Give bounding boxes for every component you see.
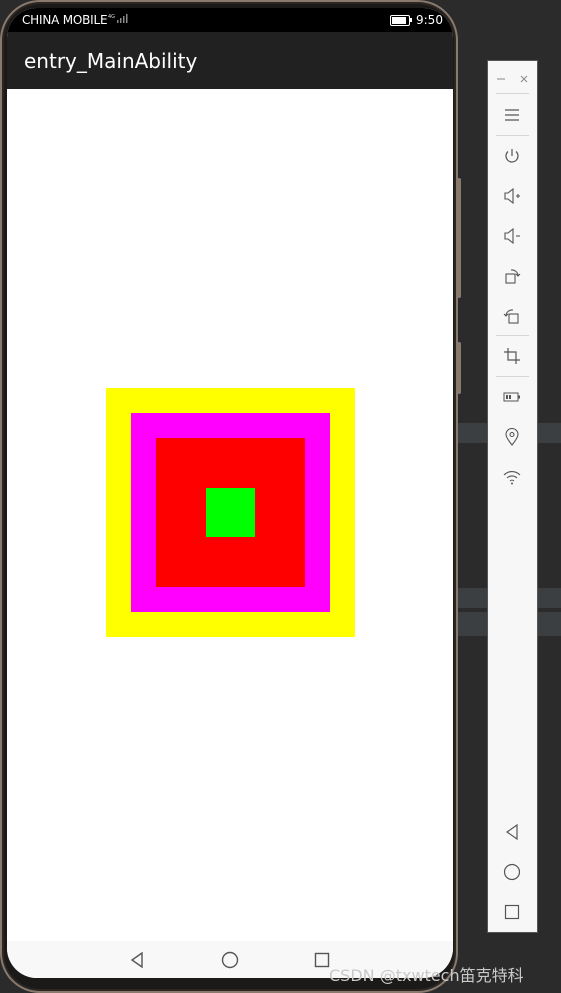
app-title: entry_MainAbility [24, 49, 198, 73]
close-icon[interactable] [519, 69, 529, 88]
toolbar-separator [496, 93, 529, 94]
phone-screen: CHINA MOBILE 4G 9:50 entry_MainAbility [7, 8, 453, 978]
menu-icon[interactable] [501, 104, 523, 126]
toolbar-separator [496, 376, 529, 377]
rotate-left-icon[interactable] [501, 305, 523, 327]
crop-icon[interactable] [501, 345, 523, 367]
watermark: CSDN @txwtech笛克特科 [329, 966, 524, 985]
battery-tip [410, 18, 412, 22]
volume-up-icon[interactable] [501, 185, 523, 207]
location-icon[interactable] [501, 426, 523, 448]
signal-icon: 4G [108, 13, 128, 27]
content-area [7, 89, 453, 941]
wifi-icon[interactable] [501, 466, 523, 488]
emulator-toolbar [487, 60, 538, 933]
home-icon[interactable] [501, 861, 523, 883]
back-icon[interactable] [128, 951, 146, 969]
toolbar-window-controls [488, 67, 537, 85]
status-bar: CHINA MOBILE 4G 9:50 [7, 8, 453, 32]
app-bar: entry_MainAbility [7, 32, 453, 89]
recents-icon[interactable] [501, 901, 523, 923]
green-square [206, 488, 255, 537]
power-icon[interactable] [501, 145, 523, 167]
minimize-icon[interactable] [496, 69, 506, 88]
volume-down-icon[interactable] [501, 225, 523, 247]
network-label: 4G [108, 14, 115, 20]
home-icon[interactable] [221, 951, 239, 969]
rotate-right-icon[interactable] [501, 265, 523, 287]
carrier-label: CHINA MOBILE [22, 13, 108, 27]
back-icon[interactable] [501, 821, 523, 843]
toolbar-separator [496, 135, 529, 136]
phone-frame: CHINA MOBILE 4G 9:50 entry_MainAbility [0, 0, 458, 993]
clock: 9:50 [416, 13, 443, 27]
battery-icon [390, 15, 410, 26]
toolbar-separator [496, 335, 529, 336]
battery-icon[interactable] [501, 386, 523, 408]
